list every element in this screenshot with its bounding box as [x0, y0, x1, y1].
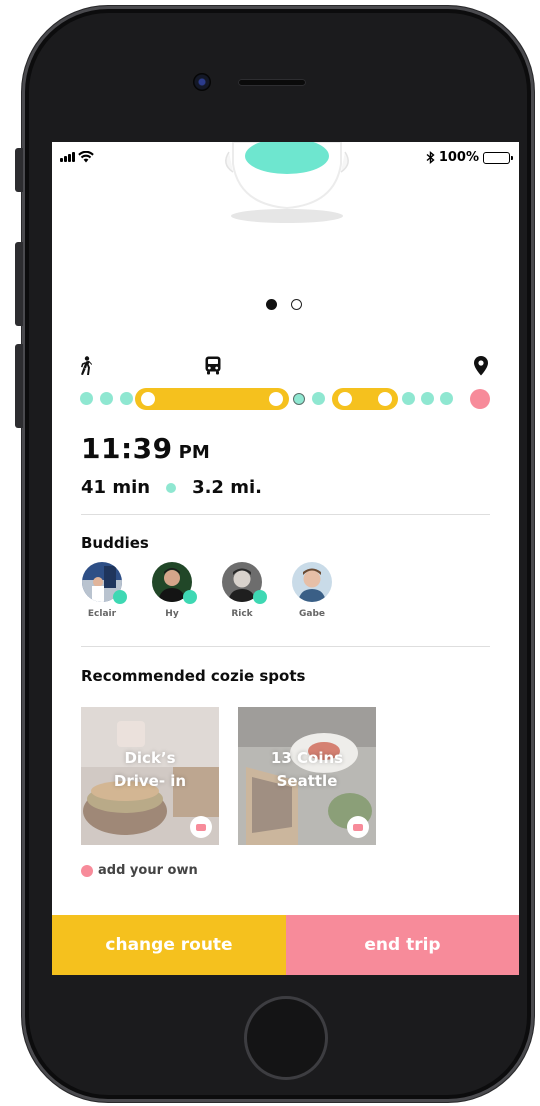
segment-start-knob — [338, 392, 352, 406]
stats-separator-dot — [166, 482, 177, 493]
volume-up-button — [15, 242, 23, 326]
avatar — [292, 562, 332, 602]
avatar-photo — [292, 562, 332, 602]
bus-segment — [332, 388, 398, 410]
trip-distance: 3.2 mi. — [192, 477, 262, 498]
buddies-title: Buddies — [81, 534, 149, 552]
page-dot-inactive[interactable] — [291, 299, 302, 310]
walk-step-dot — [80, 392, 93, 405]
divider — [81, 646, 490, 647]
spot-card[interactable]: 13 Coins Seattle — [238, 707, 376, 845]
mascot-illustration — [225, 142, 349, 223]
avatar — [82, 562, 127, 604]
route-timeline — [78, 387, 492, 411]
status-right: 100% — [426, 150, 513, 165]
buddy-name: Hy — [165, 609, 179, 619]
bus-icon — [205, 356, 221, 379]
arrival-ampm: PM — [178, 442, 210, 463]
buddy-hy[interactable]: Hy — [151, 562, 197, 619]
bus-segment — [135, 388, 289, 410]
bottom-actions: change route end trip — [52, 915, 519, 975]
mute-switch — [15, 148, 23, 192]
buddies-list: Eclair Hy Rick Gabe — [81, 562, 333, 619]
page-dot-active[interactable] — [266, 299, 277, 310]
earpiece-speaker — [238, 79, 306, 86]
volume-down-button — [15, 344, 23, 428]
walk-icon — [80, 356, 92, 380]
walk-step-dot — [120, 392, 133, 405]
photo-icon[interactable] — [347, 816, 369, 838]
walk-step-dot — [440, 392, 453, 405]
walk-step-dot — [100, 392, 113, 405]
divider — [81, 514, 490, 515]
arrival-time: 11:39 PM — [81, 432, 210, 465]
spots-list: Dick’s Drive- in 13 Coins Seattle — [81, 707, 376, 845]
destination-dot — [470, 389, 490, 409]
bluetooth-icon — [426, 151, 435, 164]
buddy-rick[interactable]: Rick — [221, 562, 267, 619]
segment-start-knob — [141, 392, 155, 406]
app-screen: 11:10 PM 100% — [52, 142, 519, 975]
buddy-eclair[interactable]: Eclair — [81, 562, 127, 619]
battery-icon — [483, 151, 513, 164]
photo-icon[interactable] — [190, 816, 212, 838]
front-camera — [193, 73, 211, 91]
walk-step-dot — [402, 392, 415, 405]
add-dot-icon — [81, 864, 93, 877]
online-indicator — [183, 590, 197, 604]
spot-name: Dick’s Drive- in — [113, 749, 187, 790]
page-indicator — [266, 299, 302, 310]
arrival-clock: 11:39 — [81, 432, 173, 465]
avatar — [152, 562, 197, 604]
add-your-own-label: add your own — [98, 863, 198, 878]
spot-name: 13 Coins Seattle — [270, 749, 344, 790]
avatar — [222, 562, 267, 604]
online-indicator — [253, 590, 267, 604]
trip-duration: 41 min — [81, 477, 151, 498]
end-trip-button[interactable]: end trip — [286, 915, 519, 975]
battery-percent: 100% — [438, 150, 479, 165]
walk-step-dot — [421, 392, 434, 405]
add-your-own-link[interactable]: add your own — [81, 863, 198, 878]
route-mode-icons — [78, 356, 492, 378]
location-pin-icon — [474, 356, 488, 380]
trip-stats: 41 min 3.2 mi. — [81, 477, 262, 498]
change-route-button[interactable]: change route — [52, 915, 286, 975]
segment-end-knob — [269, 392, 283, 406]
transfer-stop — [293, 393, 305, 405]
spots-title: Recommended cozie spots — [81, 667, 306, 685]
buddy-gabe[interactable]: Gabe — [291, 562, 333, 619]
walk-step-dot — [312, 392, 325, 405]
spot-card[interactable]: Dick’s Drive- in — [81, 707, 219, 845]
buddy-name: Gabe — [298, 609, 325, 619]
segment-end-knob — [378, 392, 392, 406]
buddy-name: Eclair — [87, 609, 117, 619]
online-indicator — [113, 590, 127, 604]
buddy-name: Rick — [231, 609, 253, 619]
home-button[interactable] — [244, 996, 328, 1080]
